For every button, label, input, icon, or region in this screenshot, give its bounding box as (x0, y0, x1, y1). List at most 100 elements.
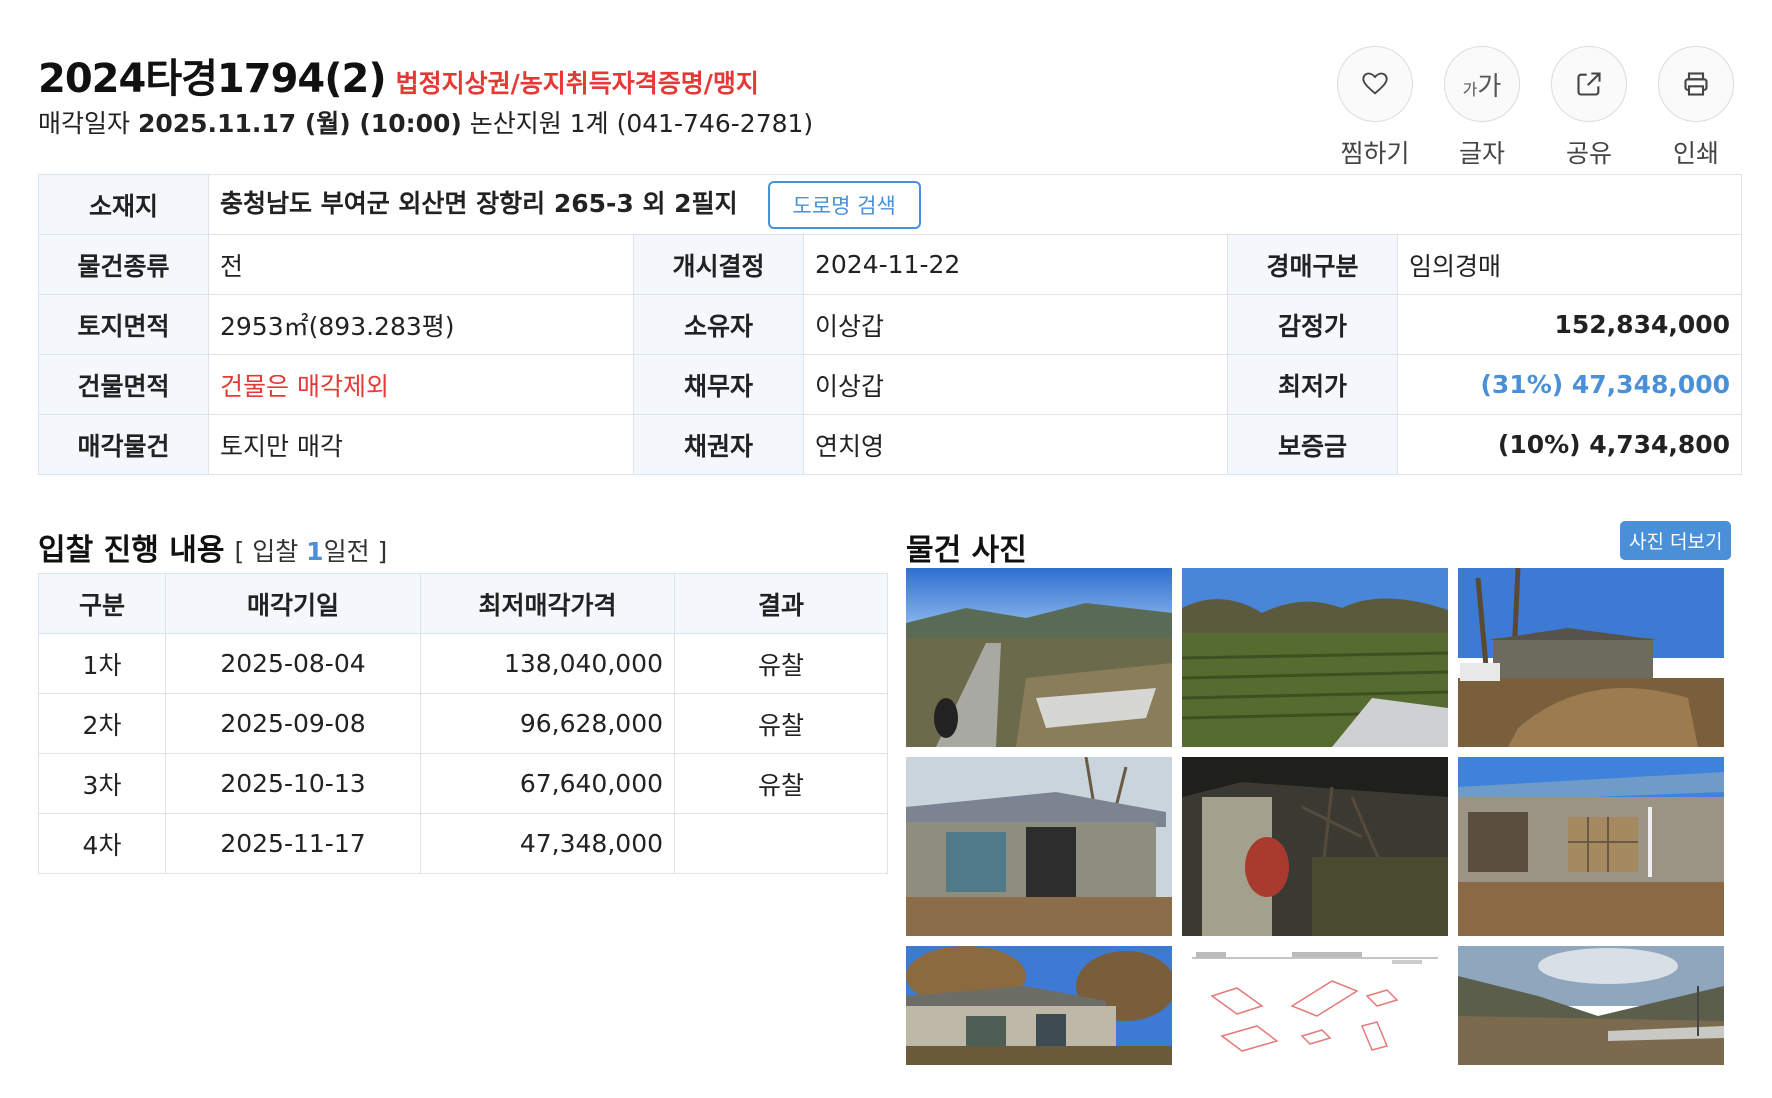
info-value: 2024-11-22 (803, 234, 1228, 295)
info-row: 건물면적 건물은 매각제외 채무자 이상갑 최저가 (31%) 47,348,0… (38, 354, 1743, 415)
building-area-value: 건물은 매각제외 (208, 354, 634, 415)
field-crops-photo[interactable] (1182, 568, 1448, 747)
sale-label: 매각일자 (38, 109, 131, 138)
share-button[interactable]: 공유 (1551, 46, 1627, 170)
road-search-button[interactable]: 도로명 검색 (767, 180, 921, 229)
bid-price: 96,628,000 (420, 693, 675, 754)
valley-photo[interactable] (1458, 946, 1724, 1065)
column-header: 매각기일 (165, 573, 421, 634)
bid-history-table: 구분 매각기일 최저매각가격 결과 1차 2025-08-04 138,040,… (38, 573, 888, 874)
bid-history-title: 입찰 진행 내용 (38, 533, 225, 568)
appraisal-value: 152,834,000 (1396, 294, 1743, 355)
property-info-table: 소재지 충청남도 부여군 외산면 장항리 265-3 외 2필지 도로명 검색 … (38, 174, 1743, 475)
case-number: 2024타경1794(2) (38, 56, 387, 102)
bid-dday-number: 1 (306, 537, 324, 566)
bid-result: 유찰 (674, 633, 888, 694)
bid-round: 3차 (38, 753, 166, 814)
info-value: 임의경매 (1396, 234, 1743, 295)
info-label: 채무자 (633, 354, 804, 415)
photo-grid (906, 568, 1738, 1065)
table-row: 1차 2025-08-04 138,040,000 유찰 (38, 633, 888, 694)
info-value: 2953㎡(893.283평) (208, 294, 634, 355)
info-value: 전 (208, 234, 634, 295)
location-label: 소재지 (38, 174, 209, 235)
favorite-button[interactable]: 찜하기 (1337, 46, 1413, 170)
photos-title: 물건 사진 (906, 533, 1027, 568)
bid-dday: [ 입찰 1일전 ] (234, 537, 388, 566)
column-header: 구분 (38, 573, 166, 634)
location-value: 충청남도 부여군 외산면 장항리 265-3 외 2필지 (220, 188, 738, 218)
print-circle[interactable] (1658, 46, 1734, 122)
info-label: 보증금 (1227, 414, 1398, 475)
column-header: 결과 (674, 573, 888, 634)
heart-icon (1362, 72, 1388, 95)
info-label: 최저가 (1227, 354, 1398, 415)
info-row: 물건종류 전 개시결정 2024-11-22 경매구분 임의경매 (38, 234, 1743, 295)
deposit-value: (10%) 4,734,800 (1396, 414, 1743, 475)
info-label: 경매구분 (1227, 234, 1398, 295)
house-debris-photo[interactable] (1458, 568, 1724, 747)
share-circle[interactable] (1551, 46, 1627, 122)
font-size-icon: 가가 (1462, 71, 1502, 102)
info-value: 토지만 매각 (208, 414, 634, 475)
info-label: 토지면적 (38, 294, 209, 355)
table-row: 2차 2025-09-08 96,628,000 유찰 (38, 693, 888, 754)
bid-price: 67,640,000 (420, 753, 675, 814)
print-icon (1684, 72, 1708, 96)
house-wall-photo[interactable] (1182, 757, 1448, 936)
font-size-circle[interactable]: 가가 (1444, 46, 1520, 122)
bid-date: 2025-11-17 (165, 813, 421, 874)
bid-round: 4차 (38, 813, 166, 874)
info-label: 소유자 (633, 294, 804, 355)
bid-date: 2025-08-04 (165, 633, 421, 694)
bid-round: 1차 (38, 633, 166, 694)
bid-result: 유찰 (674, 693, 888, 754)
bid-date: 2025-10-13 (165, 753, 421, 814)
info-label: 개시결정 (633, 234, 804, 295)
bid-header-row: 구분 매각기일 최저매각가격 결과 (38, 573, 888, 634)
bid-price: 138,040,000 (420, 633, 675, 694)
minimum-price-value: (31%) 47,348,000 (1396, 354, 1743, 415)
field-road-photo[interactable] (906, 568, 1172, 747)
bid-result: 유찰 (674, 753, 888, 814)
bid-price: 47,348,000 (420, 813, 675, 874)
bid-round: 2차 (38, 693, 166, 754)
case-tags: 법정지상권/농지취득자격증명/맹지 (395, 69, 759, 98)
share-label: 공유 (1565, 139, 1612, 168)
house-front-photo[interactable] (1458, 757, 1724, 936)
share-icon (1577, 72, 1601, 96)
court-info: 논산지원 1계 (041-746-2781) (469, 109, 814, 138)
info-row: 토지면적 2953㎡(893.283평) 소유자 이상갑 감정가 152,834… (38, 294, 1743, 355)
info-label: 매각물건 (38, 414, 209, 475)
info-value: 이상갑 (803, 294, 1228, 355)
info-label: 물건종류 (38, 234, 209, 295)
bid-history-heading: 입찰 진행 내용 [ 입찰 1일전 ] (38, 525, 387, 569)
info-row: 매각물건 토지만 매각 채권자 연치영 보증금 (10%) 4,734,800 (38, 414, 1743, 475)
print-label: 인쇄 (1672, 139, 1719, 168)
location-cell: 충청남도 부여군 외산면 장항리 265-3 외 2필지 도로명 검색 (207, 174, 1743, 235)
sale-datetime: 2025.11.17 (월) (10:00) (137, 109, 462, 138)
font-size-button[interactable]: 가가 글자 (1444, 46, 1520, 170)
bid-date: 2025-09-08 (165, 693, 421, 754)
house-shed-photo[interactable] (906, 757, 1172, 936)
favorite-label: 찜하기 (1340, 139, 1410, 168)
info-label: 감정가 (1227, 294, 1398, 355)
column-header: 최저매각가격 (420, 573, 675, 634)
case-title-row: 2024타경1794(2) 법정지상권/농지취득자격증명/맹지 (38, 46, 759, 104)
land-map-drawing[interactable] (1182, 946, 1448, 1065)
sale-info: 매각일자 2025.11.17 (월) (10:00) 논산지원 1계 (041… (38, 104, 813, 140)
table-row: 3차 2025-10-13 67,640,000 유찰 (38, 753, 888, 814)
action-bar: 찜하기 가가 글자 공유 인쇄 (1337, 46, 1734, 170)
info-value: 연치영 (803, 414, 1228, 475)
favorite-circle[interactable] (1337, 46, 1413, 122)
location-row: 소재지 충청남도 부여군 외산면 장항리 265-3 외 2필지 도로명 검색 (38, 174, 1743, 235)
table-row: 4차 2025-11-17 47,348,000 (38, 813, 888, 874)
info-value: 이상갑 (803, 354, 1228, 415)
print-button[interactable]: 인쇄 (1658, 46, 1734, 170)
info-label: 건물면적 (38, 354, 209, 415)
bid-result (674, 813, 888, 874)
more-photos-button[interactable]: 사진 더보기 (1620, 521, 1732, 560)
house-trees-photo[interactable] (906, 946, 1172, 1065)
info-label: 채권자 (633, 414, 804, 475)
font-size-label: 글자 (1458, 139, 1505, 168)
